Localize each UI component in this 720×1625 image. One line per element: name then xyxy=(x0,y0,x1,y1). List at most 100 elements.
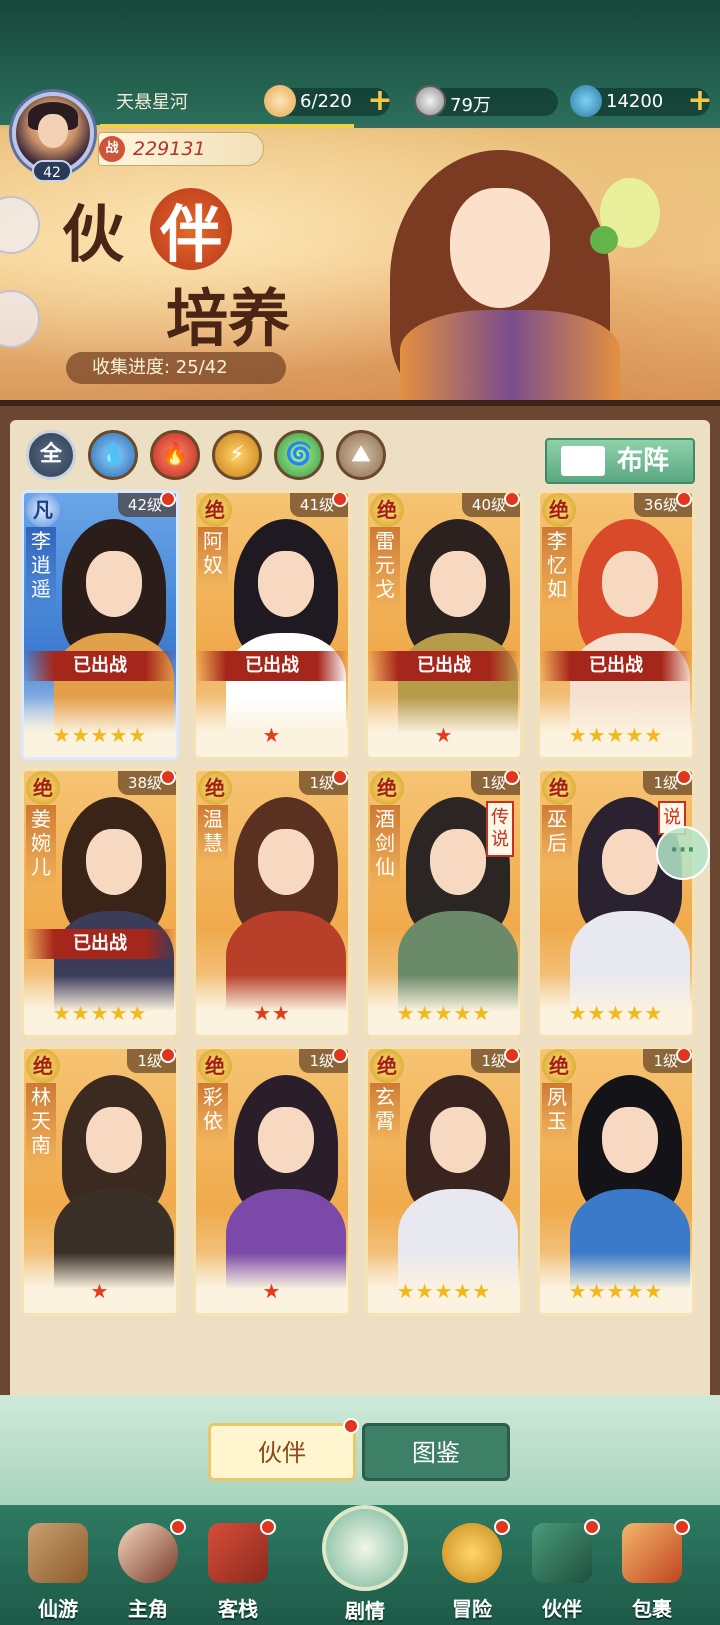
portrait-face xyxy=(86,829,142,895)
formation-label: 布阵 xyxy=(617,446,670,476)
resource-stamina: 6/220 + xyxy=(264,85,393,117)
add-jade-button[interactable]: + xyxy=(684,86,716,118)
partners-icon xyxy=(532,1523,592,1583)
tab-partners[interactable]: 伙伴 xyxy=(208,1418,359,1481)
power-icon: 战 xyxy=(99,136,125,162)
star-rating: ★★ xyxy=(253,1001,291,1025)
coins-value: 79万 xyxy=(450,95,491,116)
deployed-banner: 已出战 xyxy=(368,651,520,681)
partner-card[interactable]: 绝温慧 1级 ★★ xyxy=(193,768,351,1038)
rarity-badge: 绝 xyxy=(370,493,404,527)
legend-tag: 传说 xyxy=(486,801,514,857)
partner-name: 彩依 xyxy=(198,1083,228,1143)
nav-hero[interactable]: 主角 xyxy=(108,1513,188,1625)
filter-all[interactable]: 全 xyxy=(26,430,76,480)
filter-wind-icon[interactable]: 🌀 xyxy=(274,430,324,480)
star-rating: ★ xyxy=(262,723,282,747)
inn-icon xyxy=(208,1523,268,1583)
xp-bar xyxy=(100,124,720,128)
partner-name: 玄霄 xyxy=(370,1083,400,1143)
partner-card[interactable]: 绝巫后 1级说 ★★★★★ xyxy=(537,768,695,1038)
nav-adventure[interactable]: 冒险 xyxy=(432,1513,512,1625)
nav-story[interactable]: 剧情 xyxy=(318,1495,408,1623)
partner-name: 姜婉儿 xyxy=(26,805,56,889)
nav-partners-label: 伙伴 xyxy=(542,1597,582,1621)
partner-card[interactable]: 绝酒剑仙 1级 传说 ★★★★★ xyxy=(365,768,523,1038)
sprite-pet xyxy=(590,168,670,258)
notification-dot xyxy=(674,1519,690,1535)
star-rating: ★★★★★ xyxy=(568,1279,664,1303)
partner-portrait xyxy=(398,509,518,733)
tab-partners-label: 伙伴 xyxy=(258,1439,306,1467)
portrait-face xyxy=(430,551,486,617)
tab-codex[interactable]: 图鉴 xyxy=(362,1423,510,1481)
xp-fill xyxy=(100,124,355,128)
nav-bag[interactable]: 包裹 xyxy=(612,1513,692,1625)
filter-fire-icon[interactable]: 🔥 xyxy=(150,430,200,480)
filter-thunder-icon[interactable]: ⚡ xyxy=(212,430,262,480)
hero-icon xyxy=(118,1523,178,1583)
partner-portrait xyxy=(570,1065,690,1289)
gourd-icon xyxy=(442,1523,502,1583)
partner-name: 雷元戈 xyxy=(370,527,400,611)
portrait-face xyxy=(602,551,658,617)
partner-portrait xyxy=(226,509,346,733)
notification-dot xyxy=(160,771,176,785)
partner-card[interactable]: 绝彩依 1级 ★ xyxy=(193,1046,351,1316)
partner-card[interactable]: 绝阿奴 41级 已出战 ★ xyxy=(193,490,351,760)
sprite-orb xyxy=(590,226,618,254)
star-rating: ★★★★★ xyxy=(52,1001,148,1025)
partner-card[interactable]: 绝夙玉 1级 ★★★★★ xyxy=(537,1046,695,1316)
partner-card[interactable]: 绝姜婉儿 38级 已出战 ★★★★★ xyxy=(21,768,179,1038)
star-rating: ★ xyxy=(262,1279,282,1303)
portrait-face xyxy=(430,829,486,895)
bun-icon xyxy=(264,85,296,117)
nav-partners[interactable]: 伙伴 xyxy=(522,1513,602,1625)
partner-name: 李逍遥 xyxy=(26,527,56,611)
star-rating: ★★★★★ xyxy=(396,1001,492,1025)
stamina-value: 6/220 xyxy=(300,91,352,112)
filter-earth-icon[interactable]: ⛰ xyxy=(336,430,386,480)
partner-portrait xyxy=(54,1065,174,1289)
partner-portrait xyxy=(54,509,174,733)
notification-dot xyxy=(676,771,692,785)
avatar-face xyxy=(38,114,68,148)
notification-dot xyxy=(504,493,520,507)
add-stamina-button[interactable]: + xyxy=(364,86,396,118)
partner-card[interactable]: 凡李逍遥 42级 已出战 ★★★★★ xyxy=(21,490,179,760)
partner-portrait xyxy=(398,1065,518,1289)
nav-inn[interactable]: 客栈 xyxy=(198,1513,278,1625)
star-rating: ★★★★★ xyxy=(568,1001,664,1025)
nav-travel[interactable]: 仙游 xyxy=(18,1513,98,1625)
scroll-icon xyxy=(28,1523,88,1583)
portrait-face xyxy=(430,1107,486,1173)
notification-dot xyxy=(676,1049,692,1063)
notification-dot xyxy=(170,1519,186,1535)
portrait-face xyxy=(258,1107,314,1173)
partner-card[interactable]: 绝玄霄 1级 ★★★★★ xyxy=(365,1046,523,1316)
partner-card[interactable]: 绝雷元戈 40级 已出战 ★ xyxy=(365,490,523,760)
rarity-badge: 绝 xyxy=(542,493,576,527)
landscape-icon xyxy=(322,1505,408,1591)
nav-travel-label: 仙游 xyxy=(38,1597,78,1621)
notification-dot xyxy=(494,1519,510,1535)
portrait-face xyxy=(86,1107,142,1173)
star-rating: ★ xyxy=(90,1279,110,1303)
formation-button[interactable]: 布阵 xyxy=(545,438,695,484)
star-rating: ★★★★★ xyxy=(396,1279,492,1303)
banner-title-highlight: 伴 xyxy=(160,198,223,271)
filter-water-icon[interactable]: 💧 xyxy=(88,430,138,480)
partner-portrait xyxy=(226,1065,346,1289)
partner-card[interactable]: 绝李忆如 36级 已出战 ★★★★★ xyxy=(537,490,695,760)
player-level: 42 xyxy=(32,160,72,182)
nav-hero-label: 主角 xyxy=(128,1597,168,1621)
partner-portrait xyxy=(570,509,690,733)
collection-progress: 收集进度: 25/42 xyxy=(66,352,286,384)
gift-box-icon xyxy=(622,1523,682,1583)
chat-icon[interactable] xyxy=(656,826,710,880)
partner-card[interactable]: 绝林天南 1级 ★ xyxy=(21,1046,179,1316)
notification-dot xyxy=(160,1049,176,1063)
banner-title-2: 培养 xyxy=(166,282,291,355)
deployed-banner: 已出战 xyxy=(540,651,692,681)
sub-tabs: 伙伴 图鉴 xyxy=(0,1395,720,1510)
